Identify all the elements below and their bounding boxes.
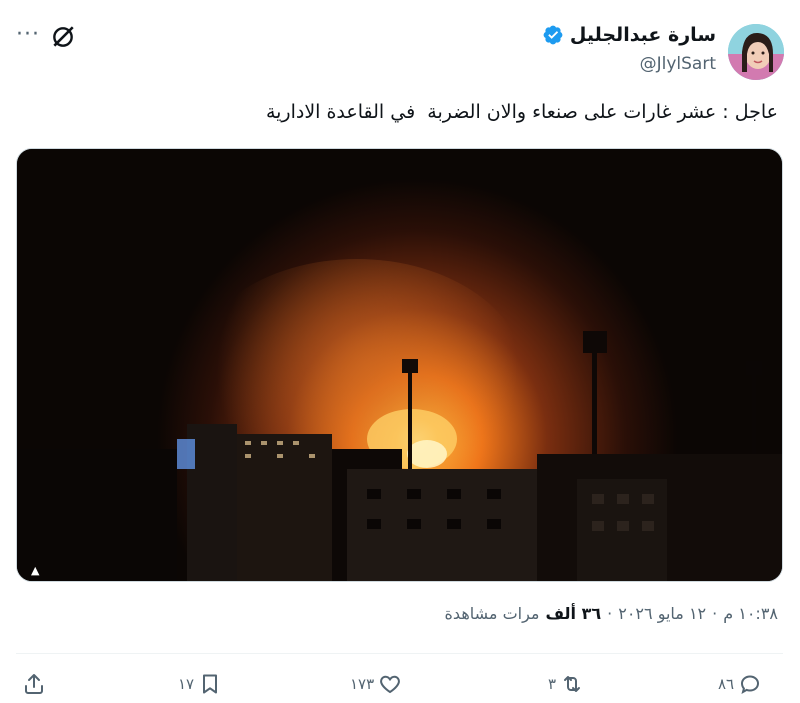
- meta-separator: ·: [712, 604, 718, 623]
- meta-separator: ·: [607, 604, 613, 623]
- retweet-icon: [564, 676, 581, 692]
- tweet-media-image[interactable]: ▲: [16, 148, 783, 582]
- tweet-text: عاجل : عشر غارات على صنعاء والان الضربة …: [265, 101, 778, 123]
- avatar-image: [728, 24, 784, 80]
- reply-icon: [741, 675, 760, 695]
- author-avatar[interactable]: [728, 24, 784, 80]
- action-divider: [16, 653, 783, 654]
- svg-text:▲: ▲: [31, 564, 40, 577]
- bookmark-button[interactable]: ١٧: [178, 672, 222, 696]
- explosion-photo: ▲: [17, 149, 782, 581]
- author-name[interactable]: سارة عبدالجليل: [570, 24, 716, 46]
- reply-button[interactable]: ٨٦: [718, 672, 762, 696]
- views-label: مرات مشاهدة: [444, 604, 540, 623]
- retweet-button[interactable]: ٣: [548, 672, 584, 696]
- grok-icon[interactable]: [50, 24, 76, 50]
- views-count: ٣٦ ألف: [545, 604, 602, 623]
- tweet-meta: ١٠:٣٨ م · ١٢ مايو ٢٠٢٦ · ٣٦ ألف مرات مشا…: [445, 604, 778, 623]
- retweet-count: ٣: [548, 675, 557, 693]
- bookmark-count: ١٧: [178, 675, 195, 693]
- more-icon[interactable]: ···: [16, 22, 40, 47]
- like-count: ١٧٣: [350, 675, 375, 693]
- verified-badge-icon[interactable]: [542, 24, 564, 46]
- share-icon: [25, 674, 43, 694]
- tweet-time[interactable]: ١٠:٣٨ م: [723, 604, 778, 623]
- like-button[interactable]: ١٧٣: [350, 672, 402, 696]
- tweet-date[interactable]: ١٢ مايو ٢٠٢٦: [618, 604, 706, 623]
- share-button[interactable]: [22, 672, 46, 696]
- heart-icon: [380, 675, 401, 694]
- author-name-row: سارة عبدالجليل: [542, 24, 716, 46]
- reply-count: ٨٦: [718, 675, 735, 693]
- bookmark-icon: [203, 674, 218, 694]
- author-handle[interactable]: @JlylSart: [640, 54, 716, 74]
